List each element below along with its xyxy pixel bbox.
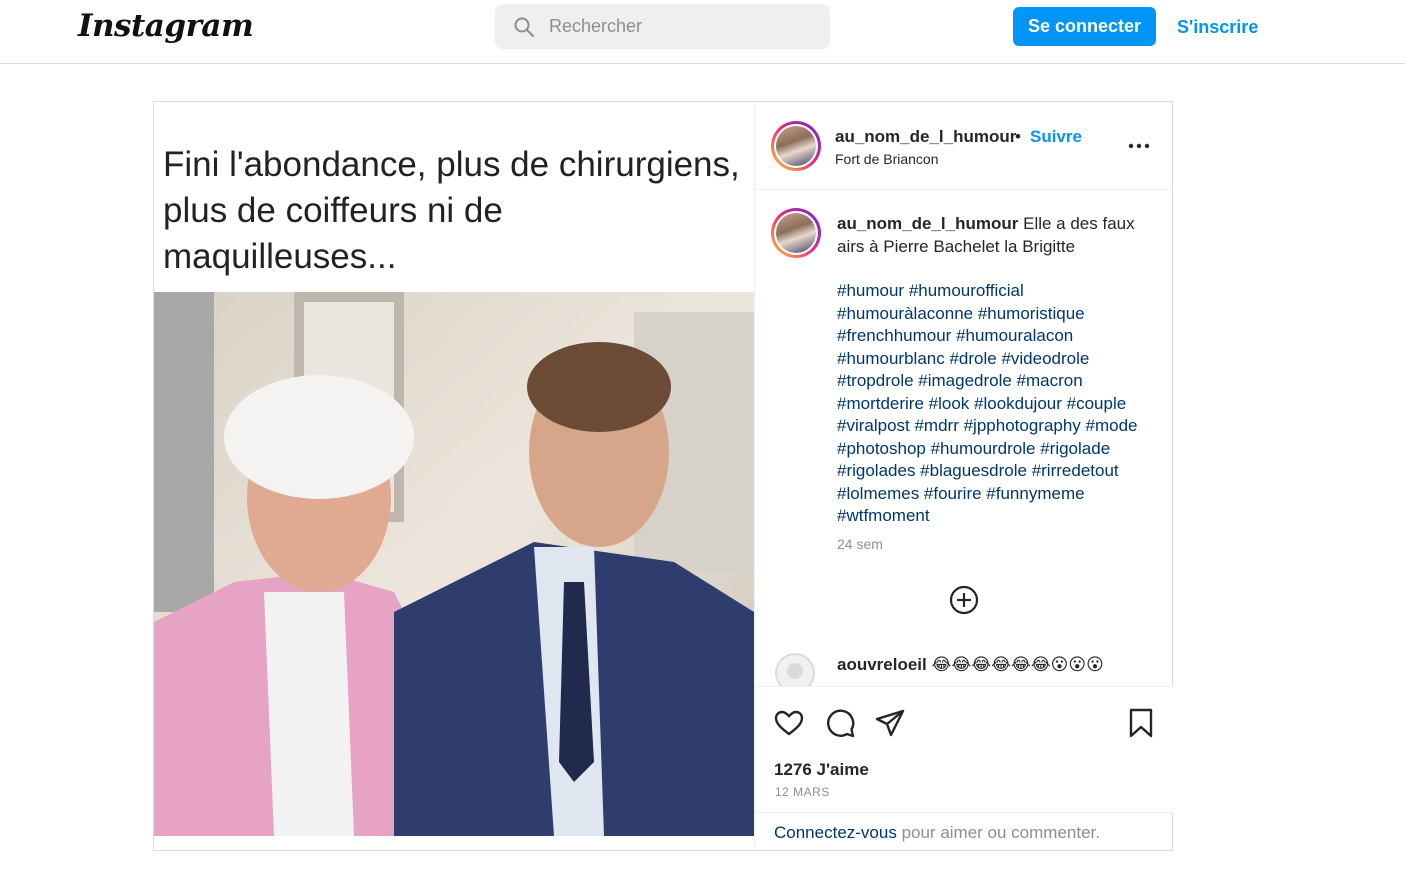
add-comment-icon[interactable] — [948, 584, 980, 616]
comment-text: 😂😂😂😂😂😂😮😮😮 — [931, 655, 1104, 674]
author-username[interactable]: au_nom_de_l_humour — [835, 127, 1016, 147]
login-prompt-text: pour aimer ou commenter. — [896, 823, 1100, 842]
post-header: au_nom_de_l_humour • Suivre Fort de Bria… — [755, 102, 1173, 190]
post-caption: au_nom_de_l_humour Elle a des faux airs … — [837, 212, 1147, 258]
comment-icon[interactable] — [824, 707, 856, 739]
like-icon[interactable] — [773, 707, 805, 739]
save-icon[interactable] — [1125, 707, 1157, 739]
top-navigation: Instagram Se connecter S'inscrire — [0, 0, 1405, 64]
post-date: 12 MARS — [775, 785, 830, 799]
post-hashtags[interactable]: #humour #humourofficial #humouràlaconne … — [837, 280, 1157, 528]
post-image-text: Fini l'abondance, plus de chirurgiens, p… — [163, 145, 740, 276]
more-icon[interactable] — [1127, 140, 1151, 152]
post-sidebar: au_nom_de_l_humour • Suivre Fort de Bria… — [754, 102, 1173, 850]
comment: aouvreloeil 😂😂😂😂😂😂😮😮😮 — [837, 655, 1104, 681]
post-location[interactable]: Fort de Briancon — [835, 151, 939, 167]
search-box[interactable] — [495, 4, 830, 49]
post-time-ago: 24 sem — [837, 536, 883, 552]
post-image[interactable]: Fini l'abondance, plus de chirurgiens, p… — [154, 102, 754, 836]
post-card: Fini l'abondance, plus de chirurgiens, p… — [153, 101, 1173, 851]
instagram-logo[interactable]: Instagram — [78, 8, 254, 44]
like-count[interactable]: 1276 J'aime — [774, 760, 869, 780]
login-button[interactable]: Se connecter — [1013, 7, 1156, 46]
search-input[interactable] — [549, 4, 819, 49]
follow-button[interactable]: Suivre — [1030, 127, 1082, 147]
separator-dot: • — [1015, 127, 1021, 146]
signup-link[interactable]: S'inscrire — [1177, 17, 1258, 38]
caption-username[interactable]: au_nom_de_l_humour — [837, 214, 1018, 233]
search-icon — [514, 17, 534, 37]
caption-avatar[interactable] — [771, 208, 821, 258]
post-actions: 1276 J'aime 12 MARS — [755, 686, 1173, 812]
login-link[interactable]: Connectez-vous — [774, 823, 897, 842]
login-prompt: Connectez-vous pour aimer ou commenter. — [755, 812, 1173, 850]
post-photo — [154, 292, 754, 836]
comment-username[interactable]: aouvreloeil — [837, 655, 927, 674]
author-avatar[interactable] — [771, 121, 821, 171]
share-icon[interactable] — [874, 707, 906, 739]
